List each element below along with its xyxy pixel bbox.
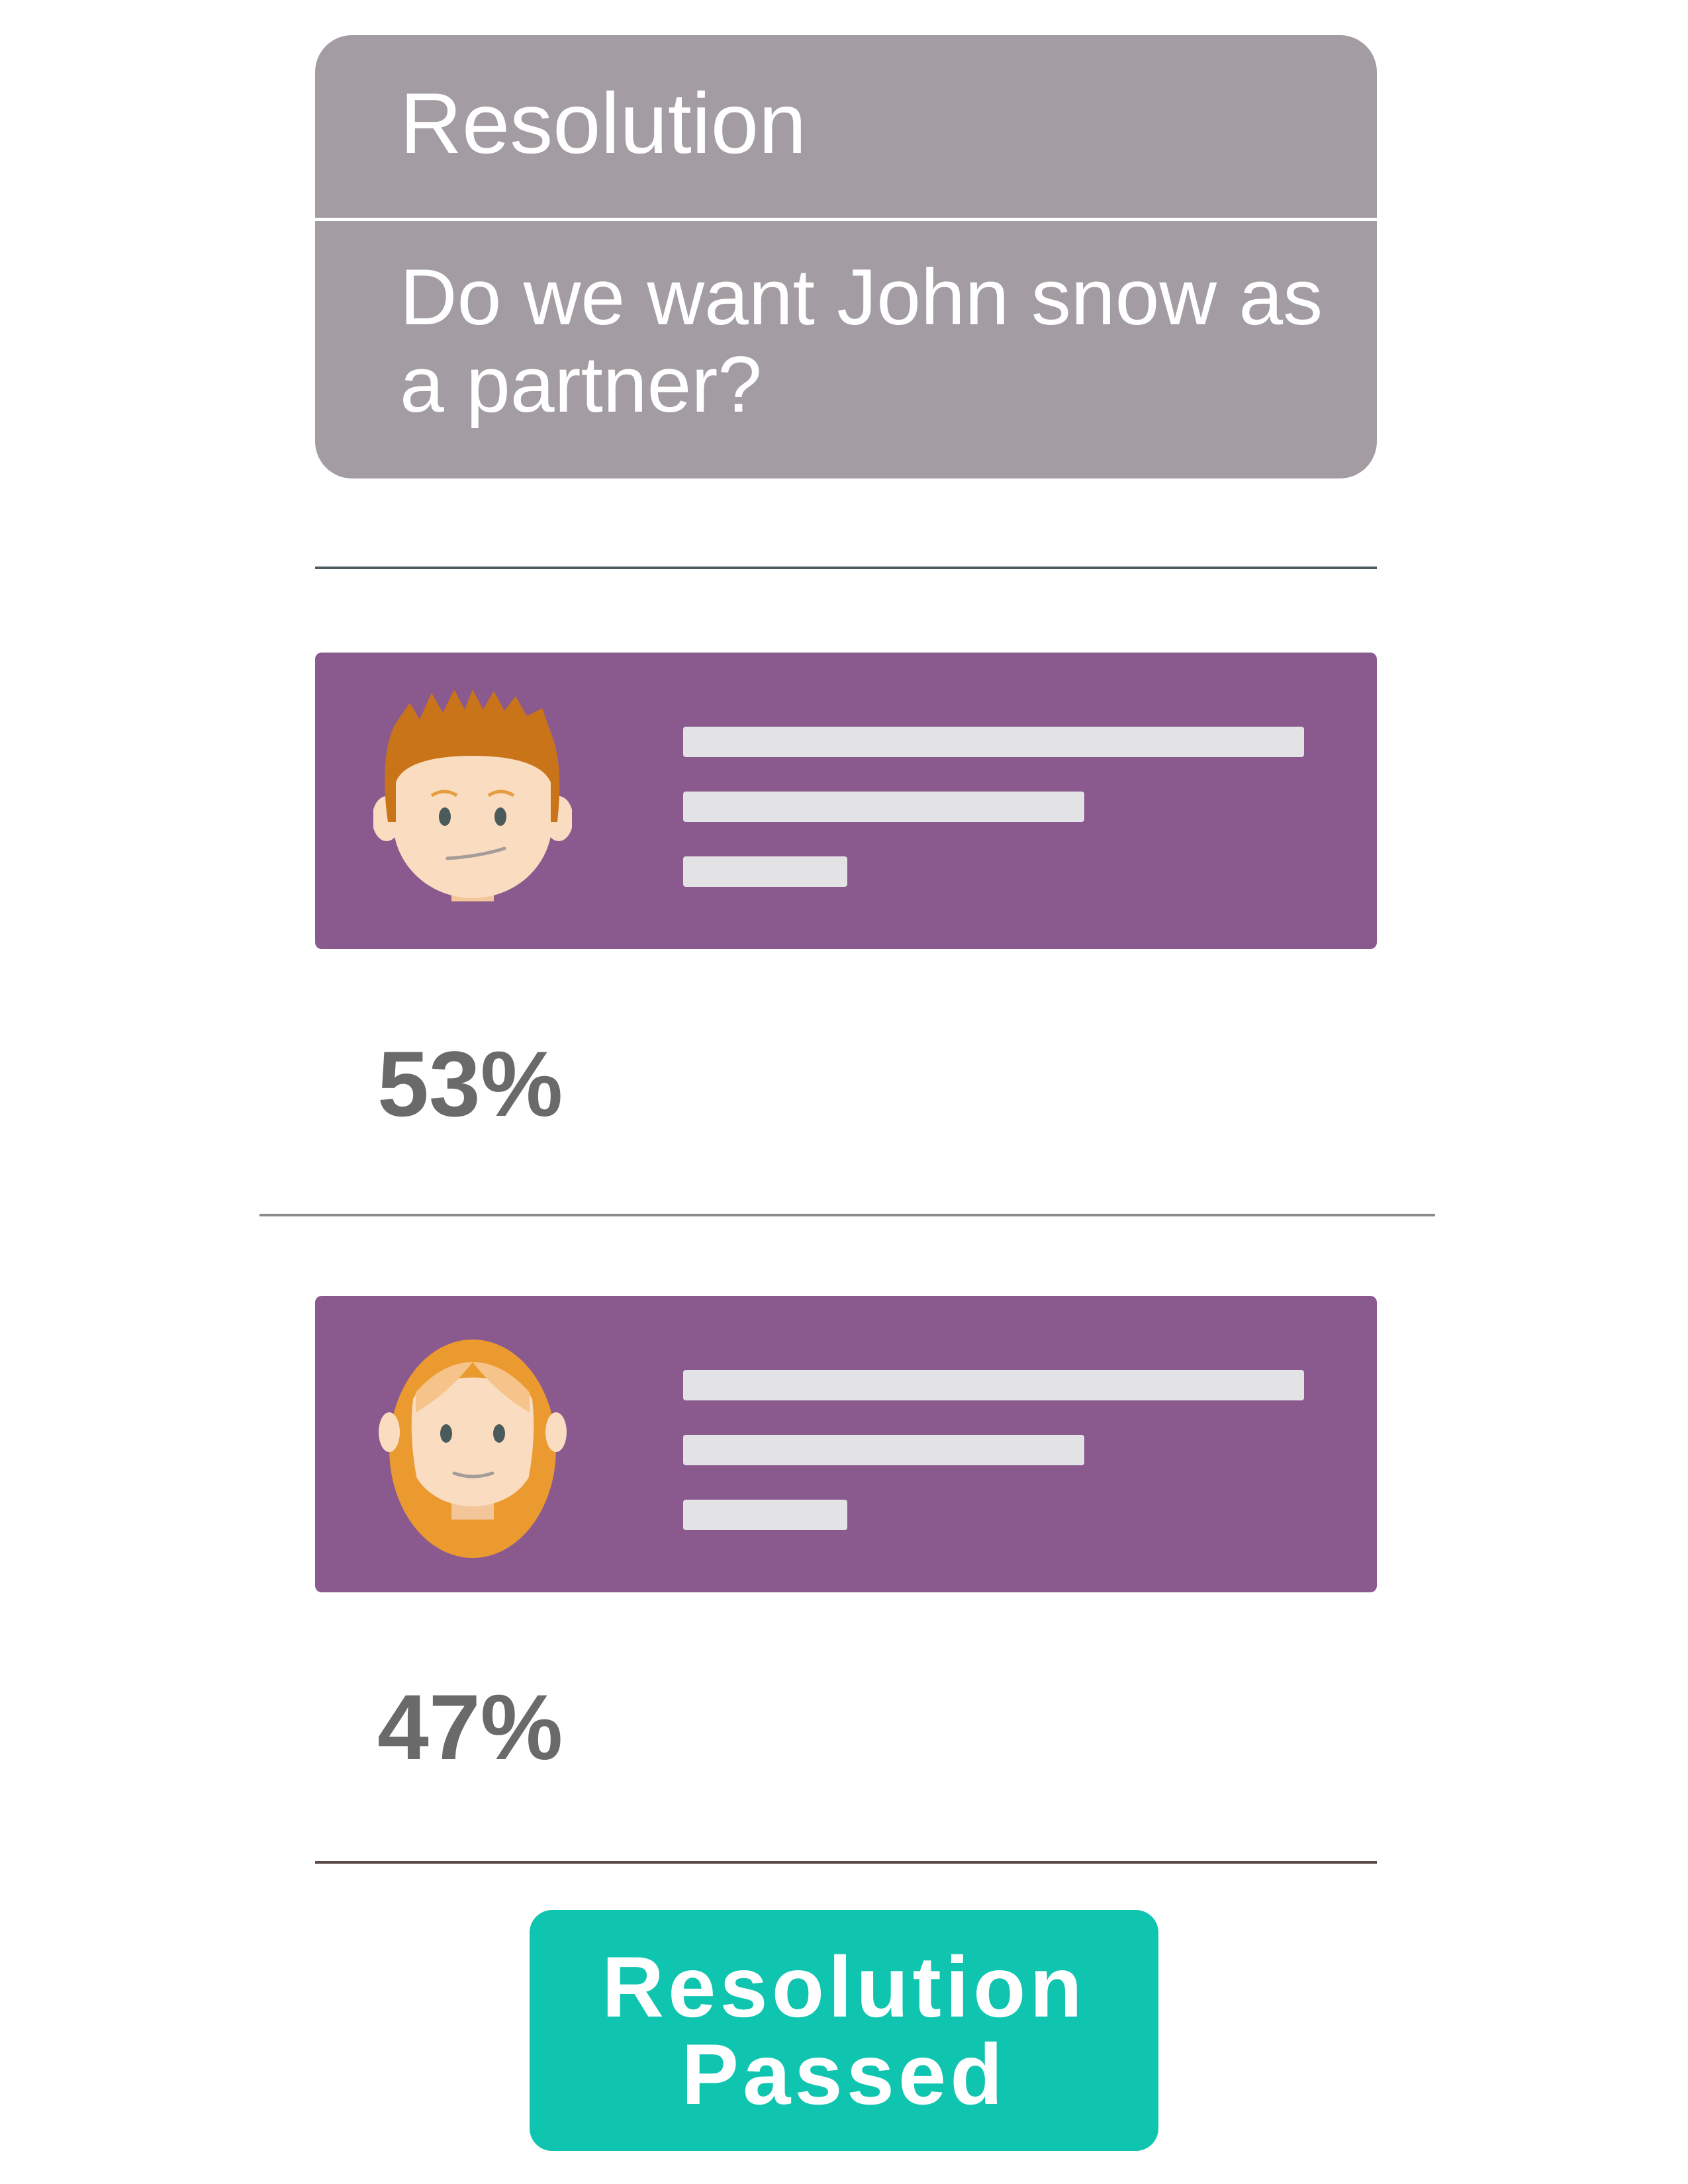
placeholder-line [683,792,1084,822]
female-avatar-icon [373,1333,572,1558]
top-divider [315,567,1377,569]
option-2-percentage: 47% [377,1675,563,1779]
placeholder-line [683,856,847,887]
resolution-passed-button[interactable]: Resolution Passed [530,1910,1158,2151]
card-divider [315,218,1377,221]
placeholder-line [683,1500,847,1530]
button-line-1: Resolution [602,1938,1086,2035]
placeholder-line [683,727,1304,757]
button-line-2: Passed [681,2026,1007,2122]
resolution-question: Do we want John snow as a partner? [400,253,1323,429]
placeholder-line [683,1370,1304,1400]
placeholder-line [683,1435,1084,1465]
bottom-divider [315,1861,1377,1864]
middle-divider [259,1214,1435,1216]
vote-option-2[interactable] [315,1296,1377,1592]
resolution-title: Resolution [400,75,807,171]
male-avatar-icon [373,690,572,915]
resolution-card: Resolution Do we want John snow as a par… [315,35,1377,478]
option-1-percentage: 53% [377,1032,563,1136]
vote-option-1[interactable] [315,653,1377,949]
